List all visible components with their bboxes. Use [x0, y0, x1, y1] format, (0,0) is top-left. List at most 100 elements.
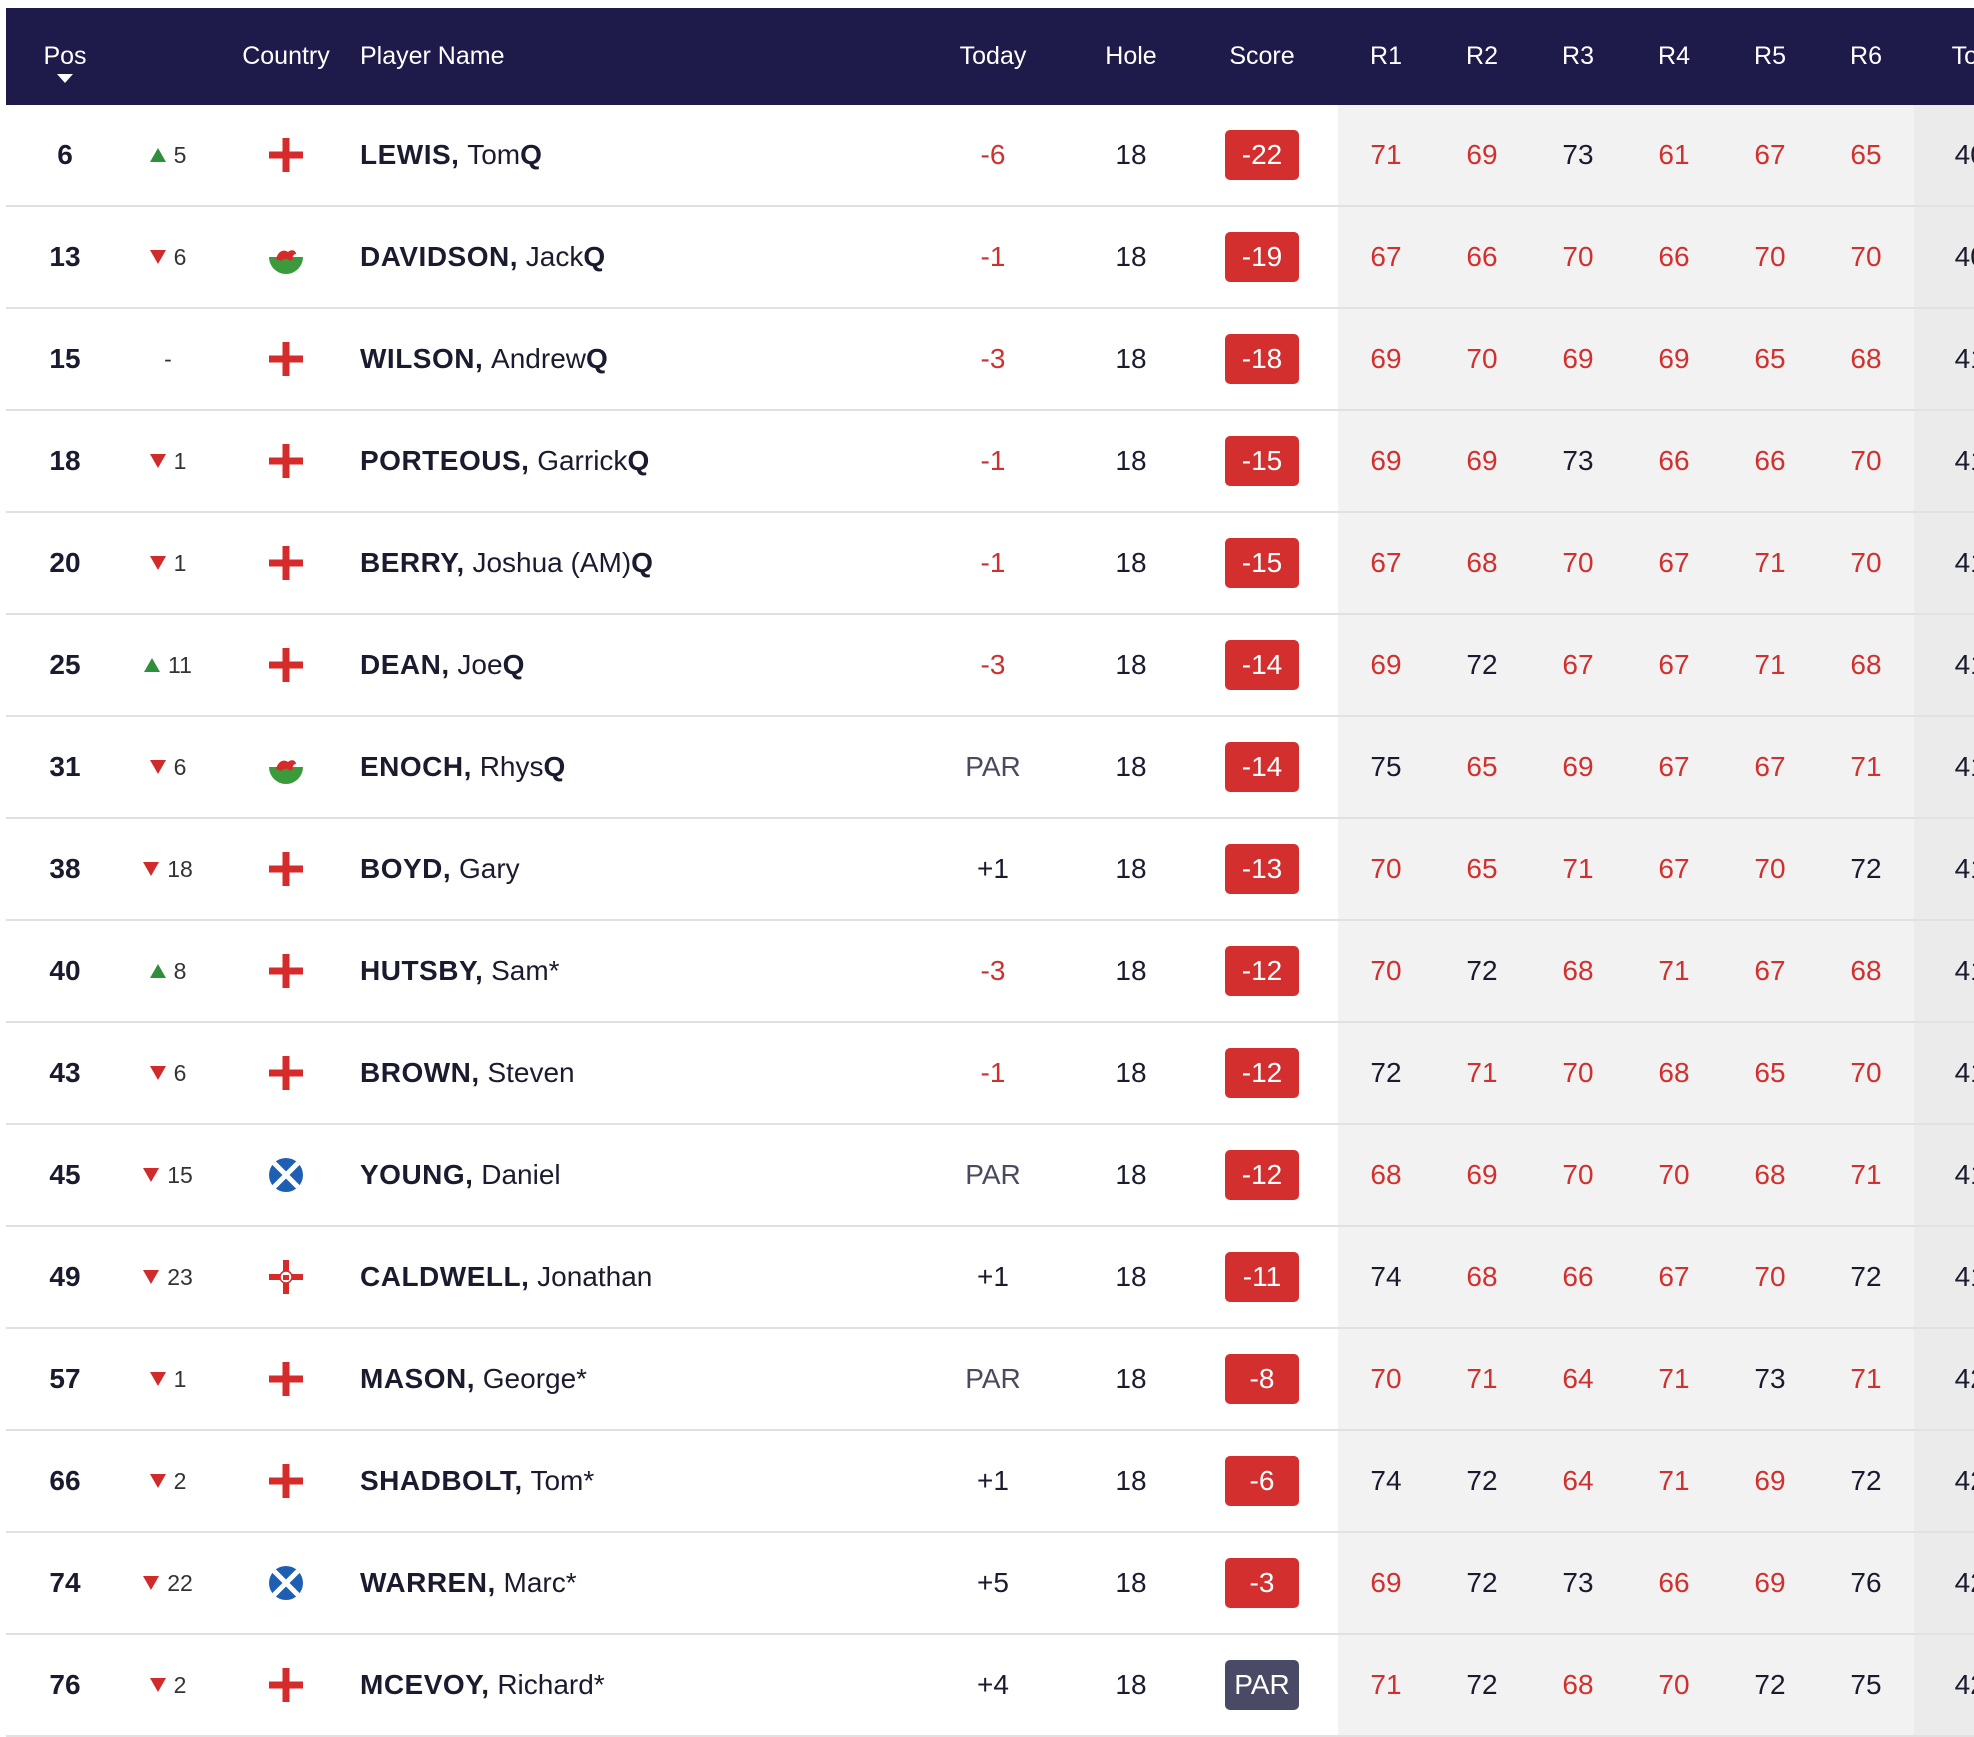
player-name[interactable]: BROWN, Steven — [360, 1023, 910, 1123]
movement-value: - — [164, 345, 172, 372]
column-header-r6[interactable]: R6 — [1818, 8, 1914, 105]
player-first-name: Rhys — [479, 751, 544, 782]
arrow-down-icon — [149, 1066, 166, 1080]
aggregate-total: 414 — [1914, 615, 1974, 715]
round-5: 65 — [1722, 309, 1818, 409]
column-header-r5[interactable]: R5 — [1722, 8, 1818, 105]
score-badge: -19 — [1225, 232, 1299, 282]
player-name[interactable]: DAVIDSON, Jack Q — [360, 207, 910, 307]
england-flag-icon — [269, 546, 303, 580]
player-first-name: Garrick — [537, 445, 628, 476]
round-5: 73 — [1722, 1329, 1818, 1429]
table-row[interactable]: 38 18 BOYD, Gary +1 18 -13 70 65 71 67 7… — [6, 819, 1974, 921]
hole: 18 — [1115, 343, 1147, 374]
round-5: 68 — [1722, 1125, 1818, 1225]
england-flag-icon — [269, 852, 303, 886]
aggregate-total: 409 — [1914, 207, 1974, 307]
column-header-country[interactable]: Country — [212, 8, 360, 105]
round-6: 68 — [1818, 615, 1914, 715]
round-6: 72 — [1818, 1431, 1914, 1531]
round-1: 69 — [1338, 309, 1434, 409]
qualifier-marker: Q — [583, 241, 606, 272]
player-name[interactable]: LEWIS, Tom Q — [360, 105, 910, 205]
table-row[interactable]: 40 8 HUTSBY, Sam* -3 18 -12 70 72 68 71 … — [6, 921, 1974, 1023]
table-row[interactable]: 43 6 BROWN, Steven -1 18 -12 72 71 70 68… — [6, 1023, 1974, 1125]
position-movement: 5 — [124, 105, 212, 205]
round-4: 71 — [1626, 921, 1722, 1021]
table-row[interactable]: 74 22 WARREN, Marc* +5 18 -3 69 72 73 66… — [6, 1533, 1974, 1635]
scotland-flag-icon — [269, 1566, 303, 1600]
table-row[interactable]: 25 11 DEAN, Joe Q -3 18 -14 69 72 67 67 … — [6, 615, 1974, 717]
table-row[interactable]: 20 1 BERRY, Joshua (AM) Q -1 18 -15 67 6… — [6, 513, 1974, 615]
player-name[interactable]: MCEVOY, Richard* — [360, 1635, 910, 1735]
player-name[interactable]: MASON, George* — [360, 1329, 910, 1429]
table-row[interactable]: 45 15 YOUNG, Daniel PAR 18 -12 68 69 70 … — [6, 1125, 1974, 1227]
table-row[interactable]: 57 1 MASON, George* PAR 18 -8 70 71 64 7… — [6, 1329, 1974, 1431]
today-score: +5 — [977, 1567, 1009, 1598]
table-row[interactable]: 31 6 ENOCH, Rhys Q PAR 18 -14 75 65 69 6… — [6, 717, 1974, 819]
round-6: 70 — [1818, 1023, 1914, 1123]
scotland-flag-icon — [269, 1158, 303, 1192]
column-header-total[interactable]: Total — [1914, 8, 1974, 105]
position: 20 — [49, 547, 81, 578]
aggregate-total: 406 — [1914, 105, 1974, 205]
column-header-hole[interactable]: Hole — [1076, 8, 1186, 105]
column-header-r2[interactable]: R2 — [1434, 8, 1530, 105]
player-name[interactable]: BOYD, Gary — [360, 819, 910, 919]
table-row[interactable]: 15 - WILSON, Andrew Q -3 18 -18 69 70 69… — [6, 309, 1974, 411]
player-last-name: LEWIS, — [360, 139, 460, 170]
position-movement: 15 — [124, 1125, 212, 1225]
player-name[interactable]: WILSON, Andrew Q — [360, 309, 910, 409]
player-name[interactable]: SHADBOLT, Tom* — [360, 1431, 910, 1531]
round-2: 71 — [1434, 1023, 1530, 1123]
round-5: 65 — [1722, 1023, 1818, 1123]
player-name[interactable]: ENOCH, Rhys Q — [360, 717, 910, 817]
player-name[interactable]: PORTEOUS, Garrick Q — [360, 411, 910, 511]
movement-value: 23 — [167, 1263, 193, 1290]
player-name[interactable]: DEAN, Joe Q — [360, 615, 910, 715]
player-name[interactable]: HUTSBY, Sam* — [360, 921, 910, 1021]
player-last-name: YOUNG, — [360, 1159, 474, 1190]
table-row[interactable]: 66 2 SHADBOLT, Tom* +1 18 -6 74 72 64 71… — [6, 1431, 1974, 1533]
position-movement: 2 — [124, 1431, 212, 1531]
table-row[interactable]: 76 2 MCEVOY, Richard* +4 18 PAR 71 72 68… — [6, 1635, 1974, 1737]
position-movement: 8 — [124, 921, 212, 1021]
movement-value: 15 — [167, 1161, 193, 1188]
round-3: 68 — [1530, 921, 1626, 1021]
score-badge: -14 — [1225, 640, 1299, 690]
today-score: PAR — [965, 751, 1021, 782]
table-row[interactable]: 6 5 LEWIS, Tom Q -6 18 -22 71 69 73 61 6… — [6, 105, 1974, 207]
score-badge: PAR — [1225, 1660, 1299, 1710]
country-flag — [212, 1227, 360, 1327]
round-6: 76 — [1818, 1533, 1914, 1633]
round-6: 70 — [1818, 411, 1914, 511]
player-first-name: Tom — [467, 139, 521, 170]
country-flag — [212, 921, 360, 1021]
player-name[interactable]: BERRY, Joshua (AM) Q — [360, 513, 910, 613]
round-6: 72 — [1818, 1227, 1914, 1327]
table-row[interactable]: 49 23 CALDWELL, Jonathan +1 18 -11 74 68… — [6, 1227, 1974, 1329]
column-header-r1[interactable]: R1 — [1338, 8, 1434, 105]
player-name[interactable]: YOUNG, Daniel — [360, 1125, 910, 1225]
column-header-score[interactable]: Score — [1186, 8, 1338, 105]
column-header-pos[interactable]: Pos — [6, 8, 124, 105]
round-2: 72 — [1434, 921, 1530, 1021]
column-header-r4[interactable]: R4 — [1626, 8, 1722, 105]
column-header-player[interactable]: Player Name — [360, 8, 910, 105]
round-5: 67 — [1722, 717, 1818, 817]
round-5: 70 — [1722, 207, 1818, 307]
hole: 18 — [1115, 1261, 1147, 1292]
round-4: 66 — [1626, 1533, 1722, 1633]
round-4: 66 — [1626, 411, 1722, 511]
player-name[interactable]: CALDWELL, Jonathan — [360, 1227, 910, 1327]
round-2: 65 — [1434, 819, 1530, 919]
round-6: 75 — [1818, 1635, 1914, 1735]
column-header-r3[interactable]: R3 — [1530, 8, 1626, 105]
player-name[interactable]: WARREN, Marc* — [360, 1533, 910, 1633]
player-first-name: Jonathan — [537, 1261, 653, 1292]
table-row[interactable]: 13 6 DAVIDSON, Jack Q -1 18 -19 67 66 70… — [6, 207, 1974, 309]
player-last-name: BROWN, — [360, 1057, 480, 1088]
column-header-today[interactable]: Today — [910, 8, 1076, 105]
table-row[interactable]: 18 1 PORTEOUS, Garrick Q -1 18 -15 69 69… — [6, 411, 1974, 513]
aggregate-total: 422 — [1914, 1431, 1974, 1531]
